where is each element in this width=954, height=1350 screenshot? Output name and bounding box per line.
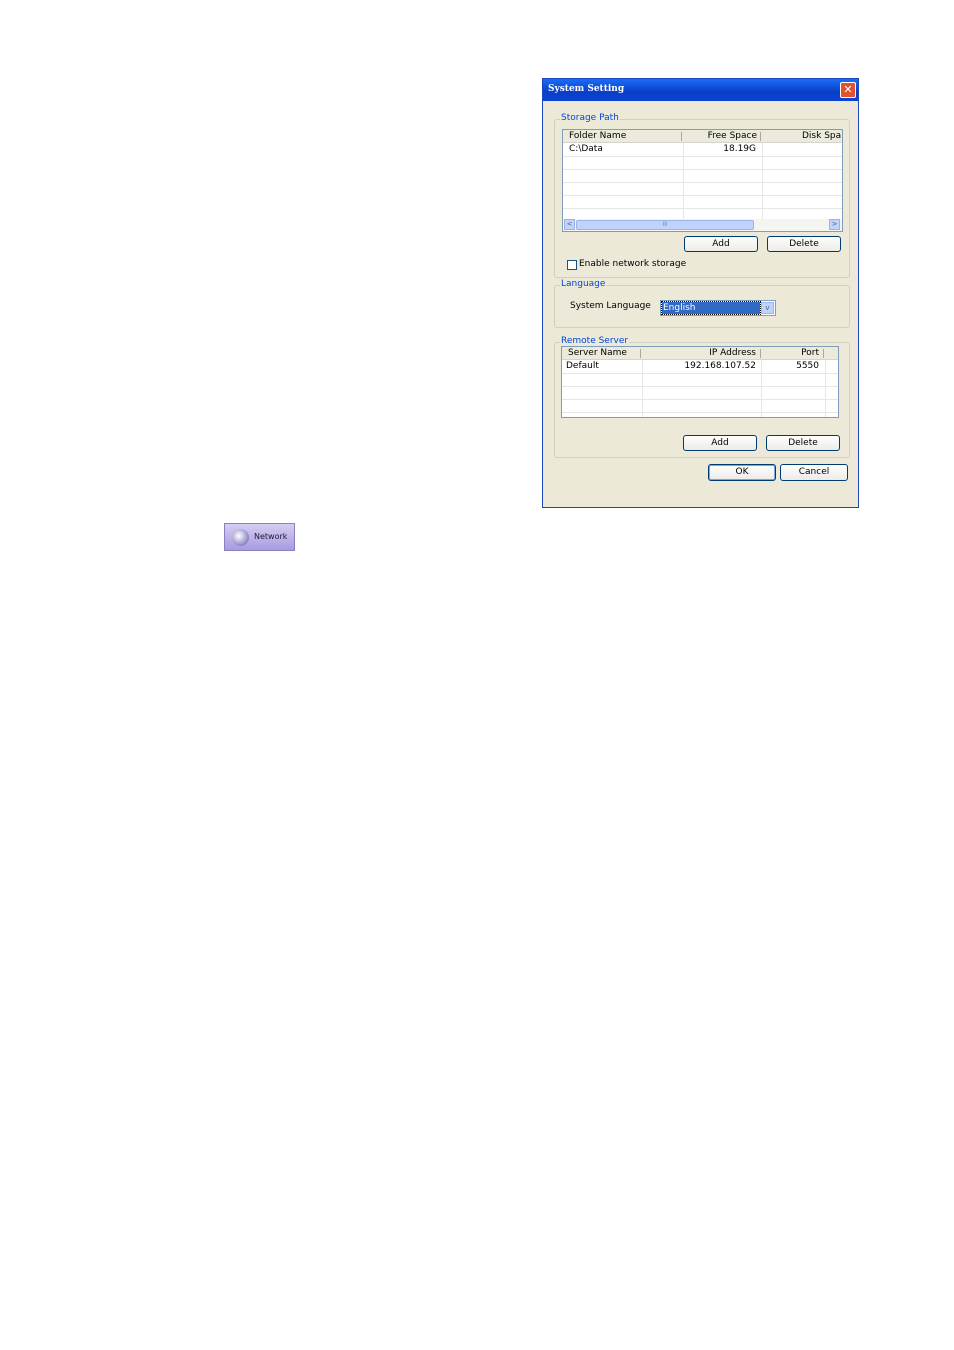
language-group: Language System Language English v xyxy=(554,279,850,328)
chevron-left-icon: < xyxy=(566,220,573,228)
remote-add-button[interactable]: Add xyxy=(683,435,757,451)
storage-path-list[interactable]: Folder Name Free Space Disk Spa C:\Data … xyxy=(562,129,843,232)
storage-delete-button[interactable]: Delete xyxy=(767,236,841,252)
chevron-down-icon[interactable]: v xyxy=(761,302,774,314)
grid-line xyxy=(562,386,838,387)
horizontal-scrollbar[interactable]: < III > xyxy=(563,219,842,231)
grid-line xyxy=(563,208,842,209)
close-icon: ✕ xyxy=(843,83,853,96)
remote-server-label: Remote Server xyxy=(560,336,630,346)
system-language-label: System Language xyxy=(570,301,651,311)
remote-server-group: Remote Server Server Name IP Address Por… xyxy=(554,336,850,458)
remote-list-header: Server Name IP Address Port xyxy=(562,347,838,360)
system-language-select[interactable]: English v xyxy=(660,300,776,316)
ok-button[interactable]: OK xyxy=(708,464,776,481)
col-divider[interactable] xyxy=(823,349,824,358)
col-divider[interactable] xyxy=(760,132,761,141)
network-button[interactable]: Network xyxy=(224,523,295,551)
col-disk-space[interactable]: Disk Spa xyxy=(802,131,841,142)
enable-network-storage-label[interactable]: Enable network storage xyxy=(579,259,686,269)
port-cell: 5550 xyxy=(796,361,819,371)
col-folder-name[interactable]: Folder Name xyxy=(569,131,626,142)
language-label: Language xyxy=(560,279,607,289)
free-space-cell: 18.19G xyxy=(723,144,756,154)
close-button[interactable]: ✕ xyxy=(840,82,856,98)
storage-list-header: Folder Name Free Space Disk Spa xyxy=(563,130,842,143)
grid-line xyxy=(563,169,842,170)
remote-server-list[interactable]: Server Name IP Address Port Default 192.… xyxy=(561,346,839,418)
title-bar[interactable]: System Setting ✕ xyxy=(543,79,858,101)
col-free-space[interactable]: Free Space xyxy=(683,131,757,142)
col-divider[interactable] xyxy=(760,349,761,358)
scroll-right-button[interactable]: > xyxy=(829,219,840,230)
grid-line xyxy=(563,182,842,183)
storage-add-button[interactable]: Add xyxy=(684,236,758,252)
col-ip-address[interactable]: IP Address xyxy=(642,348,756,359)
dialog-title: System Setting xyxy=(548,84,625,94)
folder-name-cell: C:\Data xyxy=(569,144,603,154)
grid-line xyxy=(562,373,838,374)
scroll-thumb[interactable]: III xyxy=(576,220,754,230)
grid-line xyxy=(563,195,842,196)
remote-delete-button[interactable]: Delete xyxy=(766,435,840,451)
network-globe-icon xyxy=(232,529,249,546)
system-setting-dialog: System Setting ✕ Storage Path Folder Nam… xyxy=(542,78,859,508)
chevron-right-icon: > xyxy=(831,220,838,228)
col-divider[interactable] xyxy=(681,132,682,141)
arrow-glyph: v xyxy=(765,304,770,312)
network-button-label: Network xyxy=(254,532,288,541)
enable-network-storage-checkbox[interactable] xyxy=(567,260,577,270)
grid-line xyxy=(563,156,842,157)
storage-path-group: Storage Path Folder Name Free Space Disk… xyxy=(554,113,850,278)
grid-line xyxy=(825,360,826,417)
col-server-name[interactable]: Server Name xyxy=(568,348,627,359)
col-divider[interactable] xyxy=(640,349,641,358)
grip-icon: III xyxy=(662,221,668,228)
col-port[interactable]: Port xyxy=(762,348,819,359)
cancel-button[interactable]: Cancel xyxy=(780,464,848,481)
server-name-cell: Default xyxy=(566,361,599,371)
selected-language: English xyxy=(661,301,761,315)
grid-line xyxy=(562,412,838,413)
grid-line xyxy=(562,399,838,400)
ip-address-cell: 192.168.107.52 xyxy=(684,361,756,371)
storage-path-label: Storage Path xyxy=(560,113,620,123)
scroll-left-button[interactable]: < xyxy=(564,219,575,230)
